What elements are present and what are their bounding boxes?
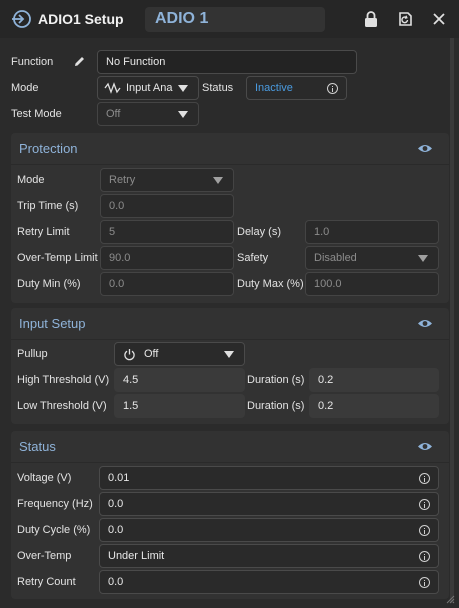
edit-pencil-icon[interactable] [73,55,86,68]
retry-count-label: Retry Count [17,576,76,588]
input-setup-section: Input Setup Pullup Off High Threshold (V… [11,308,449,424]
duty-cycle-value: 0.0 [108,524,124,536]
test-mode-select[interactable]: Off [97,102,199,126]
retry-count-field: 0.0 [99,570,439,594]
function-label: Function [11,56,54,68]
safety-select[interactable]: Disabled [305,246,439,270]
input-setup-title: Input Setup [19,316,86,331]
retry-limit-field[interactable]: 5 [100,220,234,244]
input-arrow-icon [12,10,31,28]
status-value: Inactive [255,82,293,94]
status-section: Status Voltage (V) 0.01 Frequency (Hz) 0… [11,431,449,599]
protection-mode-label: Mode [17,174,45,186]
info-icon[interactable] [419,499,430,510]
pullup-select[interactable]: Off [114,342,245,366]
channel-name-field[interactable]: ADIO 1 [145,7,325,32]
info-icon[interactable] [419,551,430,562]
test-mode-label: Test Mode [11,108,62,120]
protection-header: Protection [11,133,449,165]
duty-min-label: Duty Min (%) [17,278,81,290]
window-title: ADIO1 Setup [38,11,124,27]
mode-select-value: Input Ana [126,82,173,94]
close-icon[interactable] [429,9,449,29]
mode-label: Mode [11,82,39,94]
low-threshold-field[interactable]: 1.5 [114,394,245,418]
low-threshold-label: Low Threshold (V) [17,400,107,412]
duty-max-label: Duty Max (%) [237,278,304,290]
low-duration-field[interactable]: 0.2 [309,394,439,418]
duty-max-field[interactable]: 100.0 [305,272,439,296]
high-threshold-label: High Threshold (V) [17,374,110,386]
protection-mode-value: Retry [109,174,136,186]
duty-cycle-label: Duty Cycle (%) [17,524,91,536]
waveform-icon [104,82,121,94]
high-duration-field[interactable]: 0.2 [309,368,439,392]
status-field: Inactive [246,76,347,100]
scrollbar[interactable] [450,38,454,603]
mode-select[interactable]: Input Ana [97,76,199,100]
trip-time-field[interactable]: 0.0 [100,194,234,218]
frequency-field: 0.0 [99,492,439,516]
protection-mode-select[interactable]: Retry [100,168,234,192]
pullup-value: Off [144,348,159,360]
retry-count-value: 0.0 [108,576,124,588]
safety-label: Safety [237,252,269,264]
overtemp-field: Under Limit [99,544,439,568]
status-title: Status [19,439,56,454]
test-mode-value: Off [106,108,121,120]
info-icon[interactable] [419,577,430,588]
reset-icon[interactable] [395,9,415,29]
retry-limit-label: Retry Limit [17,226,70,238]
high-threshold-field[interactable]: 4.5 [114,368,245,392]
frequency-label: Frequency (Hz) [17,498,93,510]
high-duration-label: Duration (s) [247,374,305,386]
overtemp-value: Under Limit [108,550,165,562]
frequency-value: 0.0 [108,498,124,510]
function-field[interactable]: No Function [97,50,357,74]
power-icon [124,348,135,360]
eye-icon[interactable] [417,441,433,452]
input-setup-header: Input Setup [11,308,449,340]
protection-title: Protection [19,141,78,156]
info-icon[interactable] [419,525,430,536]
protection-section: Protection Mode Retry Trip Time (s) 0.0 … [11,133,449,303]
resize-grip-icon[interactable] [445,594,455,604]
trip-time-label: Trip Time (s) [17,200,79,212]
status-header: Status [11,431,449,463]
info-icon[interactable] [419,473,430,484]
safety-value: Disabled [314,252,357,264]
overtemp-limit-field[interactable]: 90.0 [100,246,234,270]
delay-field[interactable]: 1.0 [305,220,439,244]
voltage-value: 0.01 [108,472,130,484]
voltage-label: Voltage (V) [17,472,72,484]
lock-icon[interactable] [361,9,381,29]
eye-icon[interactable] [417,318,433,329]
low-duration-label: Duration (s) [247,400,305,412]
duty-min-field[interactable]: 0.0 [100,272,234,296]
voltage-field: 0.01 [99,466,439,490]
overtemp-label: Over-Temp [17,550,72,562]
info-icon[interactable] [327,83,338,94]
eye-icon[interactable] [417,143,433,154]
delay-label: Delay (s) [237,226,282,238]
duty-cycle-field: 0.0 [99,518,439,542]
pullup-label: Pullup [17,348,48,360]
overtemp-limit-label: Over-Temp Limit [17,252,98,264]
status-label: Status [202,82,234,94]
